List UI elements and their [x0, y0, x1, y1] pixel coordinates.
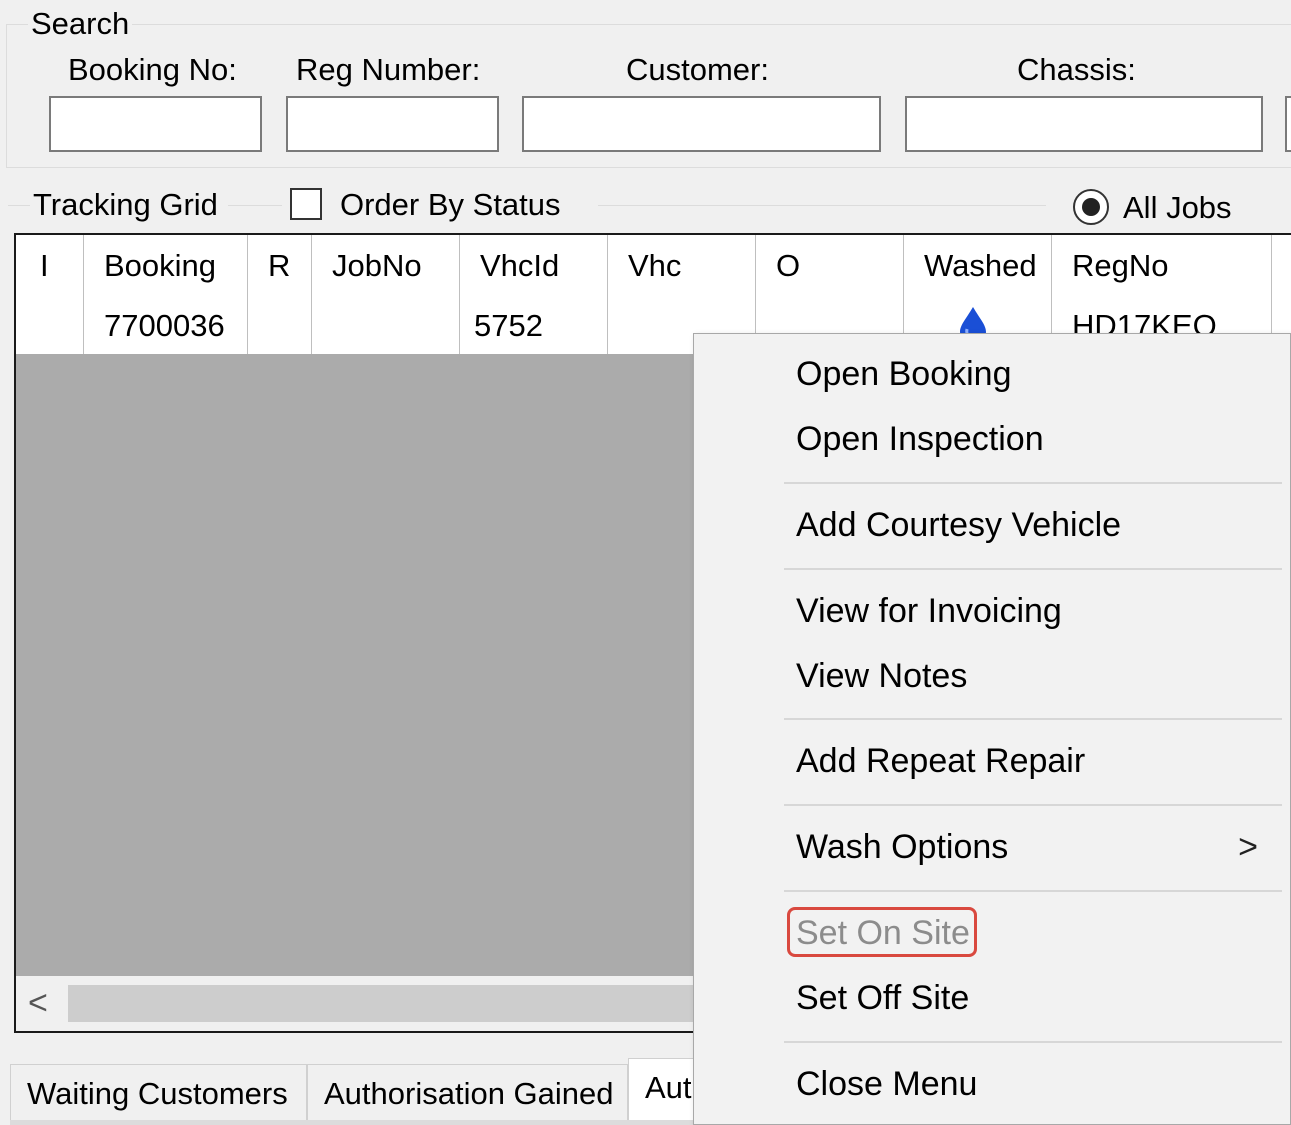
tracking-separator-right — [598, 205, 1046, 206]
customer-label: Customer: — [626, 52, 769, 87]
cell-vhcid[interactable]: 5752 — [460, 297, 608, 354]
menu-separator — [784, 1041, 1282, 1043]
column-header-vhcid[interactable]: VhcId — [460, 235, 608, 297]
menu-separator — [784, 890, 1282, 892]
column-header-washed[interactable]: Washed — [904, 235, 1052, 297]
search-group-title: Search — [28, 6, 133, 42]
menu-item-set-off-site[interactable]: Set Off Site — [796, 978, 969, 1018]
column-header-vhc[interactable]: Vhc — [608, 235, 756, 297]
grid-header: I Booking R JobNo VhcId Vhc O Washed Reg… — [16, 235, 1291, 298]
radio-selected-dot — [1082, 198, 1100, 216]
menu-separator — [784, 482, 1282, 484]
menu-item-close-menu[interactable]: Close Menu — [796, 1064, 977, 1104]
chassis-label: Chassis: — [1017, 52, 1136, 87]
tab-waiting-customers[interactable]: Waiting Customers — [10, 1064, 307, 1122]
column-header-regno[interactable]: RegNo — [1052, 235, 1272, 297]
all-jobs-radio[interactable] — [1073, 189, 1109, 225]
tracking-separator-mid — [228, 205, 282, 206]
booking-no-input[interactable] — [49, 96, 262, 152]
cell-i[interactable] — [16, 297, 84, 354]
column-header-booking[interactable]: Booking — [84, 235, 248, 297]
menu-item-open-booking[interactable]: Open Booking — [796, 354, 1012, 394]
tracking-grid-title: Tracking Grid — [33, 187, 218, 222]
cell-booking[interactable]: 7700036 — [84, 297, 248, 354]
reg-number-input[interactable] — [286, 96, 499, 152]
menu-item-add-courtesy-vehicle[interactable]: Add Courtesy Vehicle — [796, 505, 1121, 545]
booking-no-label: Booking No: — [68, 52, 237, 87]
submenu-chevron-icon: > — [1238, 828, 1258, 866]
column-header-i[interactable]: I — [16, 235, 84, 297]
extra-input-edge[interactable] — [1285, 96, 1291, 152]
menu-separator — [784, 718, 1282, 720]
menu-item-set-on-site[interactable]: Set On Site — [796, 913, 970, 953]
menu-item-open-inspection[interactable]: Open Inspection — [796, 419, 1044, 459]
chassis-input[interactable] — [905, 96, 1263, 152]
order-by-status-checkbox[interactable] — [290, 188, 322, 220]
reg-number-label: Reg Number: — [296, 52, 481, 87]
cell-jobno[interactable] — [312, 297, 460, 354]
column-header-next[interactable] — [1272, 235, 1291, 297]
menu-item-view-notes[interactable]: View Notes — [796, 656, 967, 696]
column-header-r[interactable]: R — [248, 235, 312, 297]
tracking-separator-left — [8, 205, 30, 206]
cell-r[interactable] — [248, 297, 312, 354]
all-jobs-label[interactable]: All Jobs — [1123, 190, 1232, 226]
context-menu: Open Booking Open Inspection Add Courtes… — [693, 333, 1291, 1125]
menu-separator — [784, 804, 1282, 806]
order-by-status-label[interactable]: Order By Status — [340, 187, 561, 223]
column-header-o[interactable]: O — [756, 235, 904, 297]
column-header-jobno[interactable]: JobNo — [312, 235, 460, 297]
menu-separator — [784, 568, 1282, 570]
menu-item-wash-options[interactable]: Wash Options — [796, 827, 1008, 867]
scroll-left-icon[interactable]: < — [28, 985, 48, 1022]
tab-authorisation-gained[interactable]: Authorisation Gained — [307, 1064, 628, 1122]
customer-input[interactable] — [522, 96, 881, 152]
menu-item-add-repeat-repair[interactable]: Add Repeat Repair — [796, 741, 1085, 781]
menu-item-view-for-invoicing[interactable]: View for Invoicing — [796, 591, 1062, 631]
